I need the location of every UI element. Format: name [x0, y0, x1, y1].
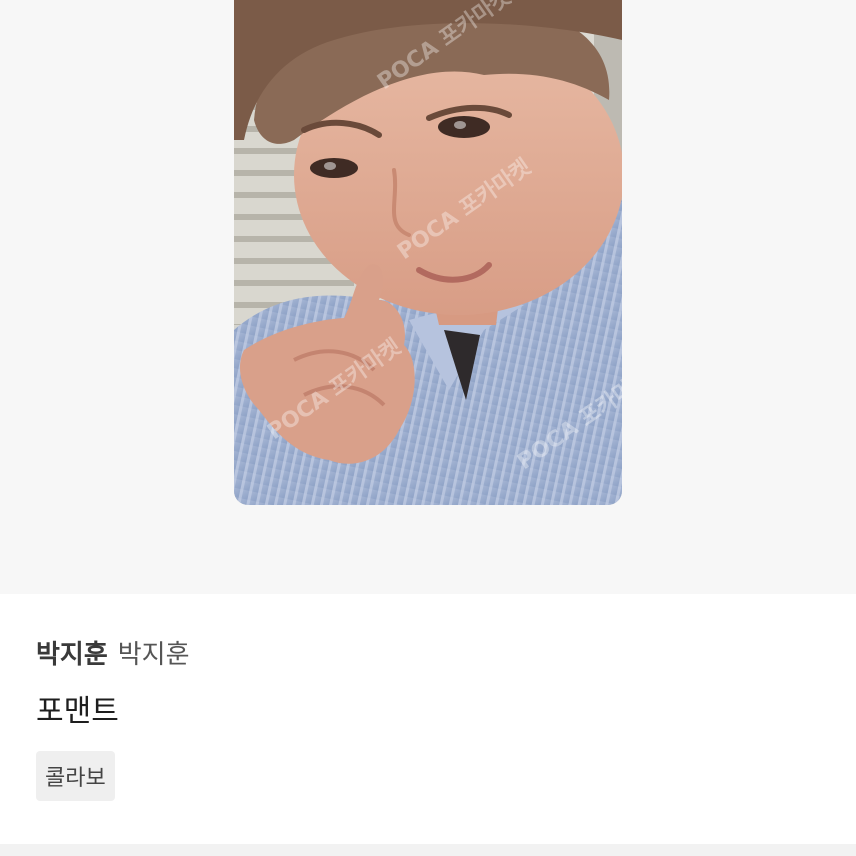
- photocard-illustration: POCA 포카마켓 POCA 포카마켓 POCA 포카마켓 POCA 포카마켓: [234, 0, 622, 505]
- artist-name[interactable]: 박지훈: [36, 634, 108, 671]
- product-title: 포맨트: [36, 694, 119, 729]
- product-image-area[interactable]: POCA 포카마켓 POCA 포카마켓 POCA 포카마켓 POCA 포카마켓: [0, 0, 856, 594]
- photocard-image[interactable]: POCA 포카마켓 POCA 포카마켓 POCA 포카마켓 POCA 포카마켓: [234, 0, 622, 505]
- section-divider: [0, 844, 856, 856]
- member-name[interactable]: 박지훈: [118, 634, 190, 671]
- artist-member-row: 박지훈 박지훈: [36, 634, 190, 671]
- product-detail-screen: POCA 포카마켓 POCA 포카마켓 POCA 포카마켓 POCA 포카마켓 …: [0, 0, 856, 856]
- product-info-section: 박지훈 박지훈 포맨트 콜라보: [0, 594, 856, 844]
- category-tag[interactable]: 콜라보: [36, 751, 115, 801]
